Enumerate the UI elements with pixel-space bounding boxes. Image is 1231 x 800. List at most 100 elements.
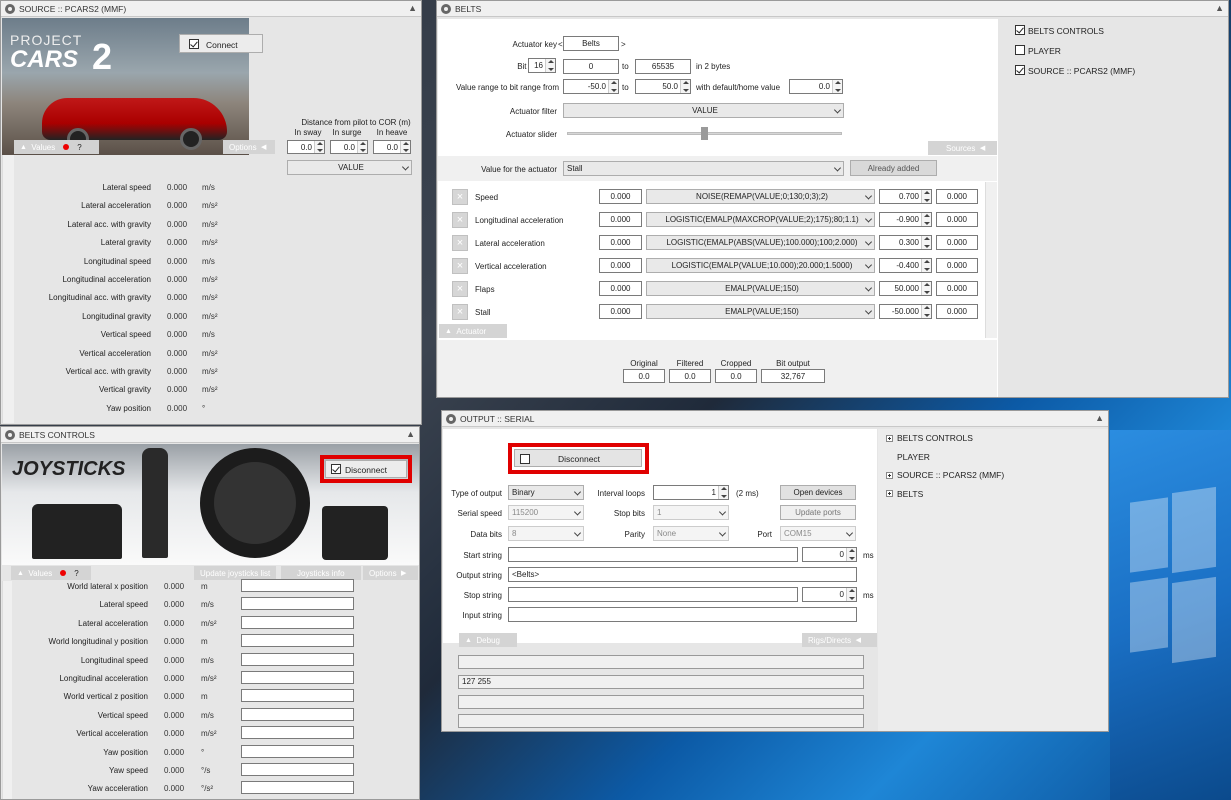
side-item-label[interactable]: BELTS CONTROLS [1028,26,1104,36]
belts-titlebar[interactable]: BELTS ▲ [437,1,1228,17]
sources-tab[interactable]: Sources ◀ [928,141,997,155]
bit-output-input[interactable]: 16 [528,58,556,73]
output-titlebar[interactable]: OUTPUT :: SERIAL ▲ [442,411,1108,427]
input-string-input[interactable] [508,607,857,622]
open-devices-button[interactable]: Open devices [780,485,856,500]
value-row-input[interactable] [241,579,354,592]
filter-combo[interactable]: VALUE [563,103,844,118]
belts-controls-titlebar[interactable]: BELTS CONTROLS ▲ [1,427,419,443]
value-row-unit: m/s² [202,293,218,303]
collapse-icon[interactable]: ▲ [1215,3,1224,13]
update-joysticks-tab[interactable]: Update joysticks list [194,566,276,580]
collapse-icon[interactable]: ▲ [408,3,417,13]
bit-from-input[interactable]: 0 [563,59,619,74]
side-checkbox[interactable] [1015,45,1025,55]
options-tab[interactable]: Options ▶ [363,566,418,580]
source-row-formula-combo[interactable]: LOGISTIC(EMALP(MAXCROP(VALUE;2);175);80;… [646,212,875,227]
source-row-formula-combo[interactable]: EMALP(VALUE;150) [646,281,875,296]
interval-input[interactable]: 1 [653,485,729,500]
stop-string-input[interactable] [508,587,798,602]
connect-checkbox[interactable] [189,39,199,49]
value-row-input[interactable] [241,671,354,684]
remove-row-button[interactable]: × [452,258,468,274]
collapse-icon[interactable]: ▲ [1095,413,1104,423]
tree-item[interactable]: PLAYER [886,452,930,462]
disconnect-checkbox[interactable] [331,464,341,474]
source-row-formula-combo[interactable]: LOGISTIC(EMALP(VALUE;10.000);20.000;1.50… [646,258,875,273]
tree-item[interactable]: BELTS [886,489,923,499]
source-row-formula-combo[interactable]: NOISE(REMAP(VALUE;0;130;0;3);2) [646,189,875,204]
expand-icon[interactable] [886,490,893,497]
start-string-input[interactable] [508,547,798,562]
actuator-key-prev[interactable]: < [558,40,563,49]
data-bits-combo[interactable]: 8 [508,526,584,541]
source-row-gain-input[interactable]: -0.900 [879,212,932,227]
joysticks-info-tab[interactable]: Joysticks info [281,566,361,580]
actuator-slider-thumb[interactable] [701,127,708,140]
cor-sway-input[interactable]: 0.0 [287,140,325,154]
rigs-directs-tab[interactable]: Rigs/Directs ◀ [802,633,877,647]
parity-combo[interactable]: None [653,526,729,541]
tree-item[interactable]: SOURCE :: PCARS2 (MMF) [886,470,1004,480]
collapse-icon[interactable]: ▲ [406,429,415,439]
side-item-label[interactable]: SOURCE :: PCARS2 (MMF) [1028,66,1135,76]
default-value-input[interactable]: 0.0 [789,79,843,94]
value-row-input[interactable] [241,615,354,629]
value-row-input[interactable] [241,726,354,740]
values-tab[interactable]: ▲ Values? [14,140,99,154]
output-string-input[interactable]: <Belts> [508,567,857,582]
serial-speed-combo[interactable]: 115200 [508,505,584,520]
source-row-gain-input[interactable]: 0.700 [879,189,932,204]
value-row-input[interactable] [241,597,354,611]
actuator-key-input[interactable]: Belts [563,36,619,51]
expand-icon[interactable] [886,434,893,442]
stop-delay-input[interactable]: 0 [802,587,857,602]
source-row-gain-input[interactable]: 0.300 [879,235,932,250]
bit-to-input[interactable]: 65535 [635,59,691,74]
remove-row-button[interactable]: × [452,189,468,205]
expand-icon[interactable] [886,471,893,479]
belts-rows-scrollbar[interactable] [985,182,997,338]
source-value-combo[interactable]: VALUE [287,160,412,175]
range-to-input[interactable]: 50.0 [635,79,691,94]
source-row-gain-input[interactable]: -0.400 [879,258,932,273]
remove-row-button[interactable]: × [452,235,468,251]
disconnect-checkbox[interactable] [520,454,530,464]
side-checkbox[interactable] [1015,25,1025,35]
port-combo[interactable]: COM15 [780,526,856,541]
value-row-input[interactable] [241,781,354,795]
values-tab[interactable]: ▲ Values? [11,566,91,580]
tree-item[interactable]: BELTS CONTROLS [886,433,973,443]
range-from-input[interactable]: -50.0 [563,79,619,94]
update-ports-button[interactable]: Update ports [780,505,856,520]
value-for-combo[interactable]: Stall [563,161,844,176]
value-row-input[interactable] [241,634,354,648]
start-delay-input[interactable]: 0 [802,547,857,562]
value-row-input[interactable] [241,707,354,721]
cor-surge-input[interactable]: 0.0 [330,140,368,154]
source-row-gain-input[interactable]: 50.000 [879,281,932,296]
value-row-input[interactable] [241,652,354,666]
source-row-formula-combo[interactable]: EMALP(VALUE;150) [646,304,875,319]
belts-controls-scrollbar[interactable] [2,581,12,799]
remove-row-button[interactable]: × [452,212,468,228]
remove-row-button[interactable]: × [452,281,468,297]
already-added-button[interactable]: Already added [850,160,937,176]
actuator-key-next[interactable]: > [621,40,626,49]
stop-bits-combo[interactable]: 1 [653,505,729,520]
side-checkbox[interactable] [1015,65,1025,75]
options-tab[interactable]: Options ◀ [223,140,275,154]
value-row-input[interactable] [241,744,354,758]
source-scrollbar[interactable] [2,155,14,423]
source-row-formula-combo[interactable]: LOGISTIC(EMALP(ABS(VALUE);100.000);100;2… [646,235,875,250]
source-titlebar[interactable]: SOURCE :: PCARS2 (MMF) ▲ [1,1,421,17]
remove-row-button[interactable]: × [452,304,468,320]
cor-heave-input[interactable]: 0.0 [373,140,411,154]
debug-tab[interactable]: ▲ Debug [459,633,517,647]
value-row-input[interactable] [241,763,354,776]
side-item-label[interactable]: PLAYER [1028,46,1061,56]
value-row-input[interactable] [241,689,354,703]
actuator-tab[interactable]: ▲ Actuator [439,324,507,338]
source-row-gain-input[interactable]: -50.000 [879,304,932,319]
type-combo[interactable]: Binary [508,485,584,500]
